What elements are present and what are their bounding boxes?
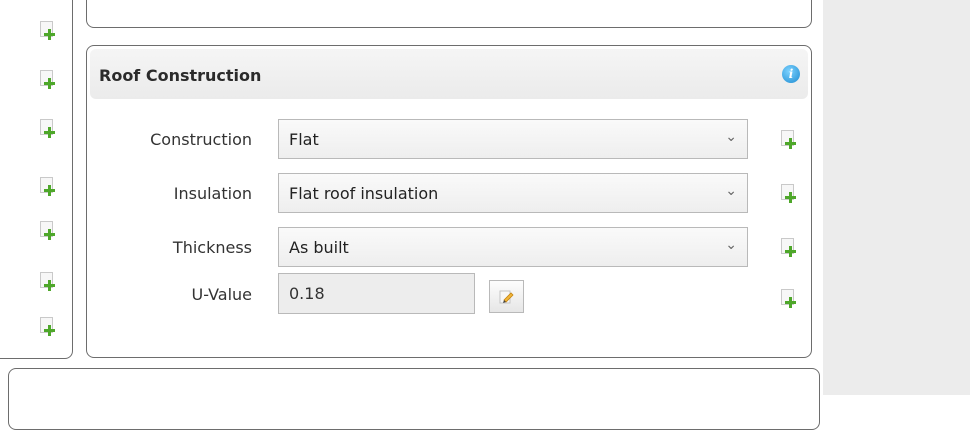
add-document-icon[interactable]: [779, 130, 796, 150]
add-document-icon[interactable]: [38, 119, 55, 139]
add-document-icon[interactable]: [779, 289, 796, 309]
edit-pencil-icon: [499, 289, 514, 304]
thickness-label: Thickness: [172, 238, 252, 257]
add-document-icon[interactable]: [38, 21, 55, 41]
uvalue-value: 0.18: [289, 284, 325, 303]
add-document-icon[interactable]: [779, 238, 796, 258]
chevron-down-icon: ⌄: [725, 237, 737, 253]
page-title: Roof Construction: [99, 66, 262, 85]
info-icon[interactable]: i: [782, 65, 800, 83]
add-document-icon[interactable]: [38, 177, 55, 197]
add-document-icon[interactable]: [38, 70, 55, 90]
left-panel: [0, 0, 73, 359]
add-document-icon[interactable]: [38, 317, 55, 337]
insulation-label: Insulation: [173, 184, 252, 203]
next-section-box: [8, 368, 820, 430]
add-document-icon[interactable]: [779, 184, 796, 204]
construction-value: Flat: [289, 130, 319, 149]
chevron-down-icon: ⌄: [725, 129, 737, 145]
insulation-select[interactable]: Flat roof insulation ⌄: [278, 173, 748, 213]
add-document-icon[interactable]: [38, 272, 55, 292]
add-document-icon[interactable]: [38, 221, 55, 241]
panel-header: Roof Construction i: [90, 49, 808, 99]
previous-section-box: [86, 0, 812, 28]
edit-uvalue-button[interactable]: [489, 280, 524, 313]
insulation-value: Flat roof insulation: [289, 184, 439, 203]
thickness-select[interactable]: As built ⌄: [278, 227, 748, 267]
uvalue-label: U-Value: [191, 285, 252, 304]
construction-label: Construction: [150, 130, 252, 149]
uvalue-field: 0.18: [278, 273, 475, 314]
right-background: [823, 0, 970, 395]
thickness-value: As built: [289, 238, 349, 257]
construction-select[interactable]: Flat ⌄: [278, 119, 748, 159]
chevron-down-icon: ⌄: [725, 183, 737, 199]
